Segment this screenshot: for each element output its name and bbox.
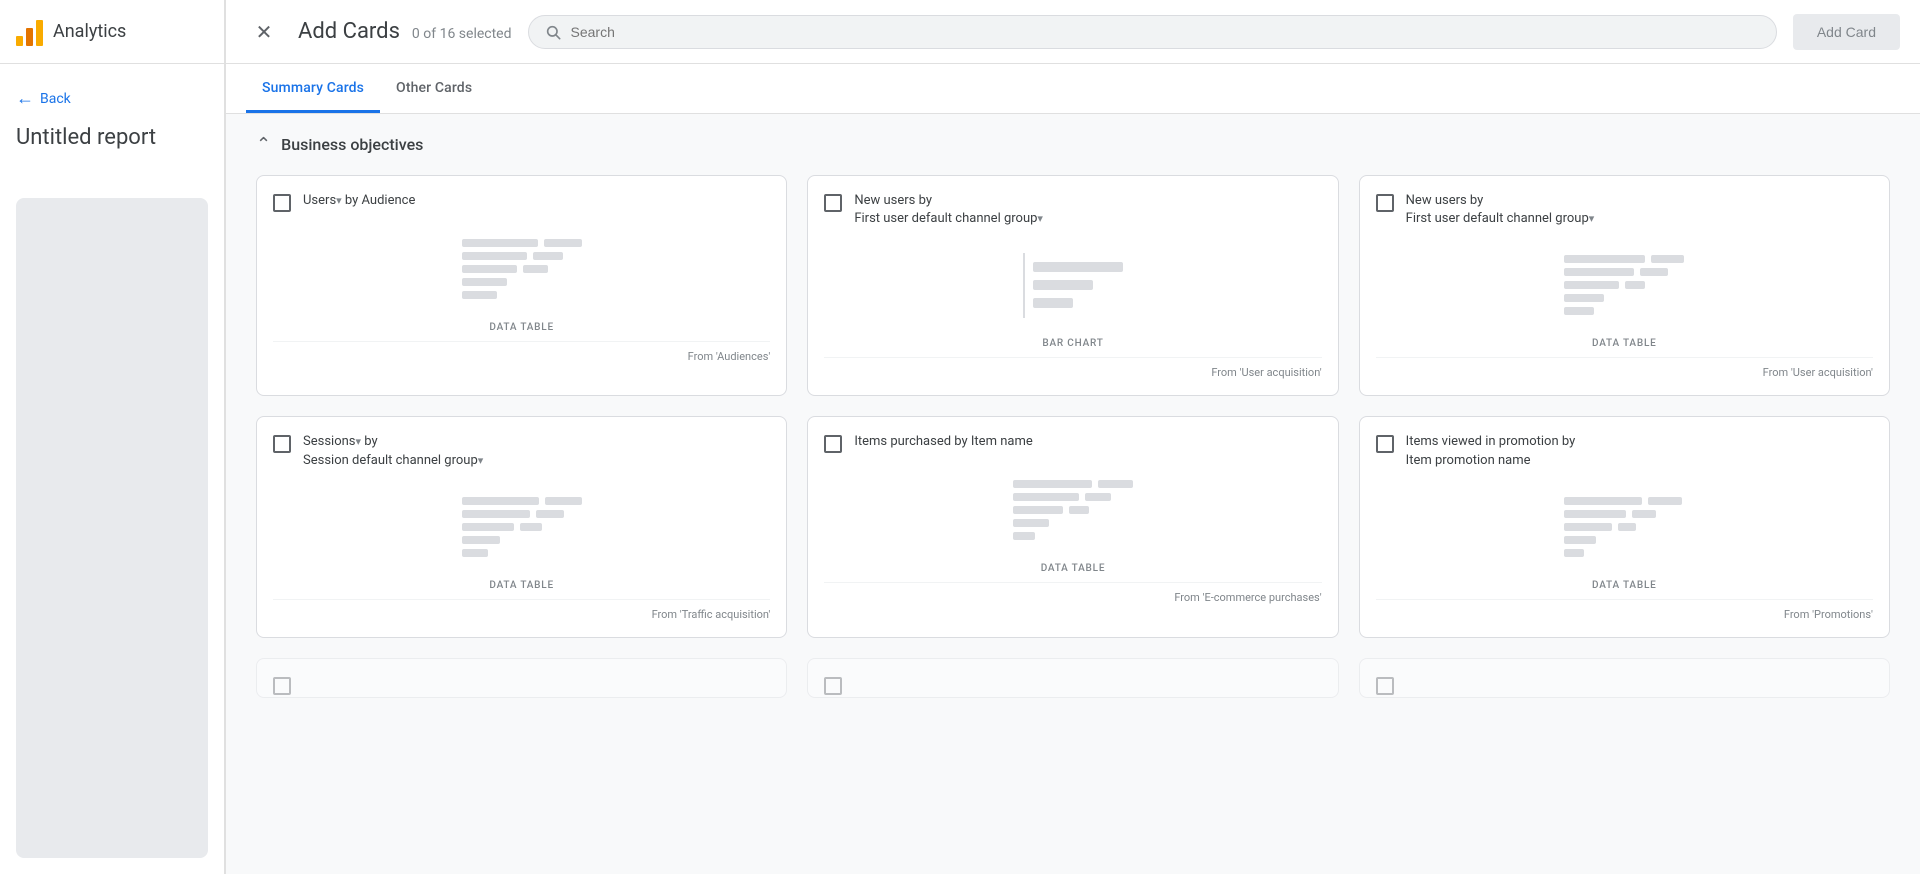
cards-grid-row1: Users▾ by Audience DATA TABLE From 'Audi…	[256, 175, 1890, 396]
main-panel: ✕ Add Cards 0 of 16 selected Add Card Su…	[225, 0, 1920, 874]
card-partial-2[interactable]	[807, 658, 1338, 698]
card-items-viewed-promotion[interactable]: Items viewed in promotion byItem promoti…	[1359, 416, 1890, 637]
card-new-users-data-table[interactable]: New users byFirst user default channel g…	[1359, 175, 1890, 396]
card-preview-table	[273, 482, 770, 572]
back-arrow-icon: ←	[16, 88, 34, 109]
card-source: From 'Promotions'	[1376, 599, 1873, 621]
card-checkbox[interactable]	[824, 677, 842, 695]
close-button[interactable]: ✕	[246, 14, 282, 50]
card-checkbox[interactable]	[273, 194, 291, 212]
card-preview-table	[273, 224, 770, 314]
top-bar: ✕ Add Cards 0 of 16 selected Add Card	[226, 0, 1920, 64]
cards-grid-row3	[256, 658, 1890, 698]
card-source: From 'E-commerce purchases'	[824, 582, 1321, 604]
panel-title: Add Cards	[298, 19, 400, 44]
section-header: ⌃ Business objectives	[256, 134, 1890, 155]
card-source: From 'User acquisition'	[1376, 357, 1873, 379]
card-items-purchased[interactable]: Items purchased by Item name DATA TABLE …	[807, 416, 1338, 637]
card-header: New users byFirst user default channel g…	[824, 192, 1321, 228]
card-preview-bar	[824, 240, 1321, 330]
section-title: Business objectives	[281, 135, 423, 154]
card-preview-table	[1376, 240, 1873, 330]
card-checkbox[interactable]	[1376, 677, 1394, 695]
card-checkbox[interactable]	[273, 677, 291, 695]
card-sessions-by-channel[interactable]: Sessions▾ bySession default channel grou…	[256, 416, 787, 637]
sidebar-header: Analytics	[0, 0, 224, 64]
search-icon	[545, 24, 561, 40]
section-collapse-icon[interactable]: ⌃	[256, 134, 271, 155]
back-button[interactable]: ← Back	[0, 80, 224, 117]
search-box[interactable]	[528, 15, 1777, 49]
panel-title-group: Add Cards 0 of 16 selected	[298, 19, 512, 44]
card-type-label: DATA TABLE	[273, 580, 770, 591]
card-header: Items viewed in promotion byItem promoti…	[1376, 433, 1873, 469]
card-header: New users byFirst user default channel g…	[1376, 192, 1873, 228]
card-type-label: BAR CHART	[824, 338, 1321, 349]
card-header: Items purchased by Item name	[824, 433, 1321, 453]
card-header: Sessions▾ bySession default channel grou…	[273, 433, 770, 469]
card-type-label: DATA TABLE	[824, 563, 1321, 574]
card-users-by-audience[interactable]: Users▾ by Audience DATA TABLE From 'Audi…	[256, 175, 787, 396]
sidebar-preview-area	[16, 198, 208, 858]
card-source: From 'User acquisition'	[824, 357, 1321, 379]
selected-count: 0 of 16 selected	[412, 26, 512, 42]
card-preview-table	[1376, 482, 1873, 572]
card-header	[1376, 675, 1873, 695]
tab-other-cards[interactable]: Other Cards	[380, 64, 488, 113]
card-title: Users▾ by Audience	[303, 192, 415, 210]
card-title: New users byFirst user default channel g…	[1406, 192, 1595, 228]
card-source: From 'Traffic acquisition'	[273, 599, 770, 621]
card-type-label: DATA TABLE	[1376, 338, 1873, 349]
analytics-logo: Analytics	[16, 18, 126, 46]
card-header	[824, 675, 1321, 695]
card-new-users-bar-chart[interactable]: New users byFirst user default channel g…	[807, 175, 1338, 396]
sidebar-nav: ← Back Untitled report	[0, 64, 224, 182]
card-checkbox[interactable]	[1376, 194, 1394, 212]
card-type-label: DATA TABLE	[273, 322, 770, 333]
card-title: Sessions▾ bySession default channel grou…	[303, 433, 483, 469]
add-card-button[interactable]: Add Card	[1793, 14, 1900, 50]
card-checkbox[interactable]	[824, 435, 842, 453]
card-partial-1[interactable]	[256, 658, 787, 698]
card-preview-table	[824, 465, 1321, 555]
tab-summary-cards[interactable]: Summary Cards	[246, 64, 380, 113]
card-source: From 'Audiences'	[273, 341, 770, 363]
card-checkbox[interactable]	[824, 194, 842, 212]
sidebar: Analytics ← Back Untitled report	[0, 0, 225, 874]
content-area: ⌃ Business objectives Users▾ by Audience	[226, 114, 1920, 874]
card-title: Items purchased by Item name	[854, 433, 1032, 451]
card-checkbox[interactable]	[273, 435, 291, 453]
report-title: Untitled report	[0, 117, 224, 166]
card-checkbox[interactable]	[1376, 435, 1394, 453]
card-header	[273, 675, 770, 695]
card-partial-3[interactable]	[1359, 658, 1890, 698]
tabs-bar: Summary Cards Other Cards	[226, 64, 1920, 114]
card-title: Items viewed in promotion byItem promoti…	[1406, 433, 1576, 469]
app-name: Analytics	[53, 21, 126, 42]
card-type-label: DATA TABLE	[1376, 580, 1873, 591]
search-input[interactable]	[571, 24, 1760, 40]
cards-grid-row2: Sessions▾ bySession default channel grou…	[256, 416, 1890, 637]
card-header: Users▾ by Audience	[273, 192, 770, 212]
logo-icon	[16, 18, 43, 46]
card-title: New users byFirst user default channel g…	[854, 192, 1043, 228]
back-label: Back	[40, 91, 71, 107]
